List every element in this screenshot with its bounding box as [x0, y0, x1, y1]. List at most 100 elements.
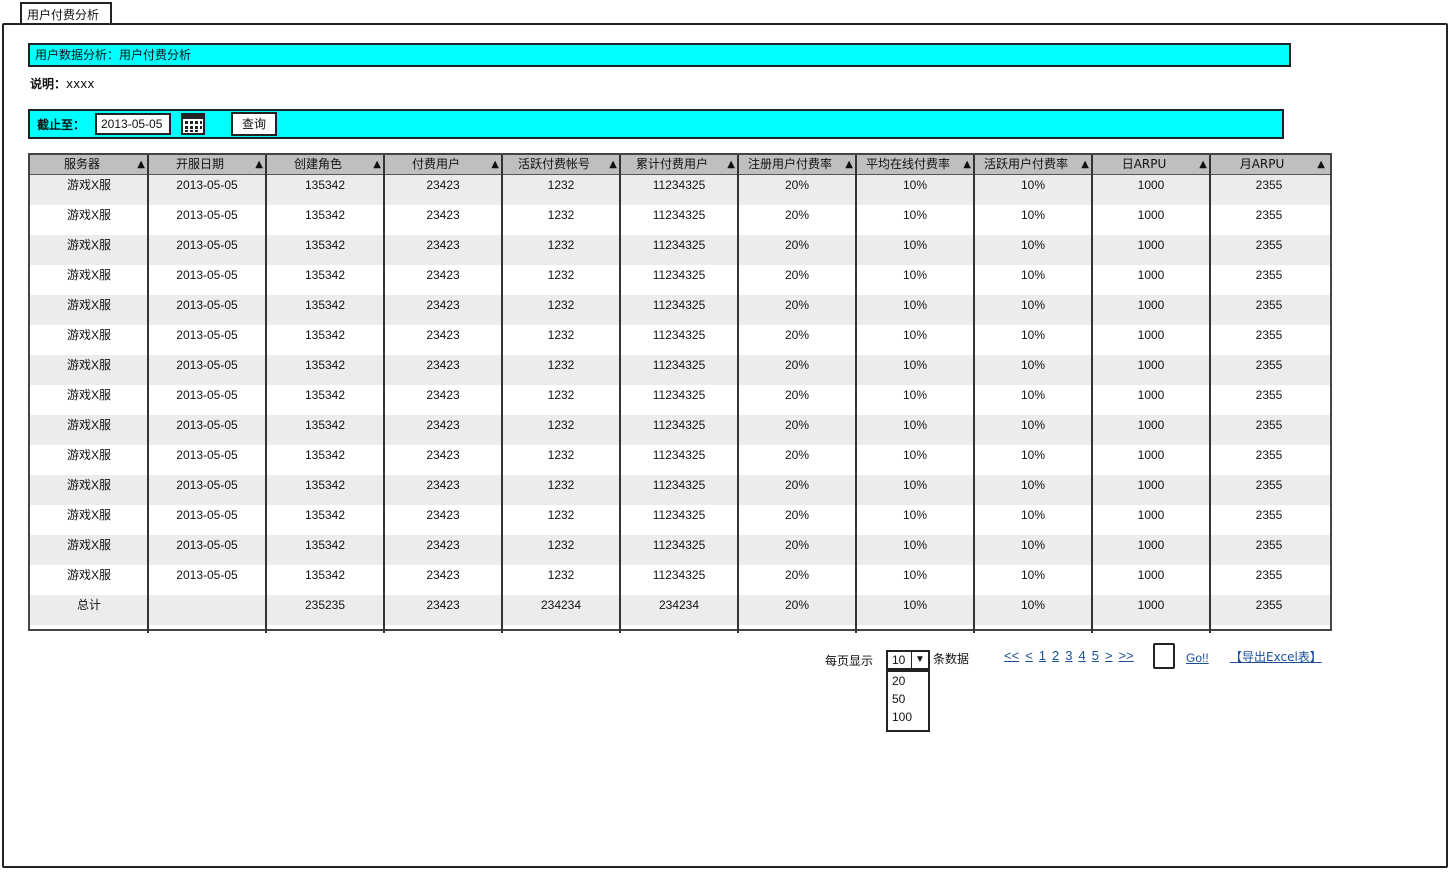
- column-header-label: 注册用户付费率: [747, 157, 832, 171]
- page-link[interactable]: <: [1025, 648, 1033, 663]
- table-row: 游戏X服 2013-05-05 135342 23423 1232 11234325 20%…: [30, 265, 1330, 295]
- table-cell: 2355: [1255, 208, 1283, 222]
- table-cell: 11234325: [652, 268, 706, 282]
- table-cell: 10%: [1020, 358, 1046, 372]
- column-header[interactable]: 日ARPU ▲: [1092, 155, 1210, 174]
- description-label: 说明：: [30, 77, 67, 91]
- table-cell: 2013-05-05: [176, 568, 238, 582]
- table-cell: 1000: [1137, 508, 1165, 522]
- table-cell: 10%: [902, 508, 928, 522]
- export-excel-link[interactable]: 【导出Excel表】: [1230, 648, 1322, 665]
- column-header-label: 累计付费用户: [635, 157, 708, 171]
- table-cell: 23423: [426, 418, 460, 432]
- table-cell: 1232: [547, 418, 575, 432]
- sort-ascending-icon[interactable]: ▲: [1081, 155, 1089, 174]
- table-cell: 1000: [1137, 178, 1165, 192]
- calendar-icon[interactable]: [181, 111, 207, 137]
- column-header[interactable]: 活跃用户付费率 ▲: [974, 155, 1092, 174]
- table-cell: 2355: [1255, 448, 1283, 462]
- payment-data-grid: 服务器 ▲ 开服日期 ▲ 创建角色 ▲ 付费用户 ▲ 活跃付费帐号 ▲ 累计付费用户 ▲ 注册用户付费率…: [28, 153, 1332, 633]
- end-date-input[interactable]: 2013-05-05: [95, 113, 171, 135]
- table-cell: 11234325: [652, 298, 706, 312]
- per-page-label: 每页显示: [825, 654, 874, 668]
- page-link[interactable]: >>: [1119, 648, 1134, 663]
- sort-ascending-icon[interactable]: ▲: [609, 155, 617, 174]
- table-cell: 2013-05-05: [176, 208, 238, 222]
- column-header[interactable]: 注册用户付费率 ▲: [738, 155, 856, 174]
- column-header[interactable]: 创建角色 ▲: [266, 155, 384, 174]
- column-header[interactable]: 平均在线付费率 ▲: [856, 155, 974, 174]
- column-header[interactable]: 活跃付费帐号 ▲: [502, 155, 620, 174]
- sort-ascending-icon[interactable]: ▲: [255, 155, 263, 174]
- page-link[interactable]: 3: [1065, 648, 1072, 663]
- table-cell: 23423: [426, 328, 460, 342]
- per-page-select[interactable]: 10 ▼: [886, 650, 930, 670]
- chevron-down-icon[interactable]: ▼: [911, 652, 928, 668]
- sort-ascending-icon[interactable]: ▲: [1199, 155, 1207, 174]
- table-cell: 1000: [1137, 568, 1165, 582]
- table-cell: 2013-05-05: [176, 388, 238, 402]
- table-cell: 23423: [426, 178, 460, 192]
- per-page-option[interactable]: 20: [888, 672, 928, 690]
- page-link[interactable]: 4: [1078, 648, 1085, 663]
- page-link[interactable]: 5: [1092, 648, 1099, 663]
- table-cell: 2355: [1255, 418, 1283, 432]
- table-cell: 2013-05-05: [176, 478, 238, 492]
- column-header[interactable]: 服务器 ▲: [30, 155, 148, 174]
- goto-page-input[interactable]: [1153, 643, 1175, 669]
- tab-label: 用户付费分析: [27, 8, 100, 22]
- column-header[interactable]: 开服日期 ▲: [148, 155, 266, 174]
- page-link[interactable]: >: [1105, 648, 1113, 663]
- table-row: 游戏X服 2013-05-05 135342 23423 1232 11234325 20%…: [30, 205, 1330, 235]
- query-bar: 截止至： 2013-05-05 查询: [28, 109, 1284, 139]
- go-button[interactable]: Go!!: [1186, 651, 1209, 665]
- table-cell: 10%: [1020, 178, 1046, 192]
- table-cell: 2355: [1255, 508, 1283, 522]
- table-cell: 1232: [547, 238, 575, 252]
- query-button[interactable]: 查询: [231, 112, 277, 136]
- page-link[interactable]: <<: [1004, 648, 1019, 663]
- table-cell: 1232: [547, 568, 575, 582]
- table-row: 游戏X服 2013-05-05 135342 23423 1232 11234325 20%…: [30, 385, 1330, 415]
- sort-ascending-icon[interactable]: ▲: [1317, 155, 1325, 174]
- table-cell: 1000: [1137, 298, 1165, 312]
- table-cell: 1232: [547, 388, 575, 402]
- page-links: << <1 2 3 4 5 > >>: [1004, 648, 1140, 663]
- column-divider: [973, 155, 975, 633]
- per-page-value: 10: [892, 653, 906, 667]
- per-page-option[interactable]: 50: [888, 690, 928, 708]
- table-cell: 2355: [1255, 568, 1283, 582]
- table-cell: 10%: [902, 538, 928, 552]
- grid-header: 服务器 ▲ 开服日期 ▲ 创建角色 ▲ 付费用户 ▲ 活跃付费帐号 ▲ 累计付费用户 ▲ 注册用户付费率…: [30, 155, 1330, 175]
- sort-ascending-icon[interactable]: ▲: [491, 155, 499, 174]
- sort-ascending-icon[interactable]: ▲: [373, 155, 381, 174]
- table-cell: 10%: [1020, 508, 1046, 522]
- column-divider: [855, 155, 857, 633]
- table-cell: 20%: [784, 568, 810, 582]
- table-cell: 2355: [1255, 178, 1283, 192]
- column-header[interactable]: 付费用户 ▲: [384, 155, 502, 174]
- page-link[interactable]: 1: [1039, 648, 1046, 663]
- table-cell: 11234325: [652, 328, 706, 342]
- sort-ascending-icon[interactable]: ▲: [963, 155, 971, 174]
- table-cell: 10%: [902, 568, 928, 582]
- table-cell: 11234325: [652, 388, 706, 402]
- sort-ascending-icon[interactable]: ▲: [845, 155, 853, 174]
- table-cell: 135342: [304, 238, 346, 252]
- table-cell: 10%: [1020, 448, 1046, 462]
- table-cell: 1000: [1137, 238, 1165, 252]
- table-cell: 20%: [784, 238, 810, 252]
- table-cell: 2013-05-05: [176, 538, 238, 552]
- sort-ascending-icon[interactable]: ▲: [137, 155, 145, 174]
- page-link[interactable]: 2: [1052, 648, 1059, 663]
- sort-ascending-icon[interactable]: ▲: [727, 155, 735, 174]
- table-cell: 2355: [1255, 328, 1283, 342]
- tab-user-payment-analysis[interactable]: 用户付费分析: [20, 2, 112, 24]
- column-header[interactable]: 月ARPU ▲: [1210, 155, 1328, 174]
- table-row: 游戏X服 2013-05-05 135342 23423 1232 11234325 20%…: [30, 235, 1330, 265]
- column-header[interactable]: 累计付费用户 ▲: [620, 155, 738, 174]
- table-cell: 游戏X服: [66, 268, 111, 282]
- column-header-label: 活跃用户付费率: [983, 157, 1068, 171]
- per-page-option[interactable]: 100: [888, 708, 928, 726]
- table-cell: 23423: [426, 238, 460, 252]
